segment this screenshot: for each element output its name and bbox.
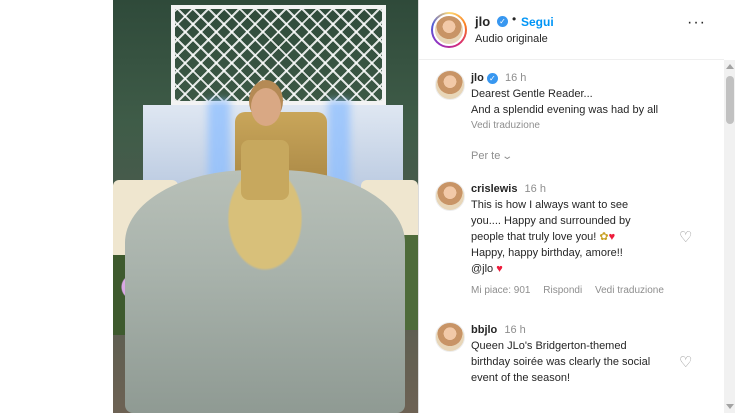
- comment-text: birthday soirée was clearly the social: [471, 356, 651, 368]
- audio-link[interactable]: Audio originale: [475, 33, 548, 45]
- avatar[interactable]: [435, 70, 465, 100]
- like-heart-icon[interactable]: ♡: [679, 228, 692, 246]
- comment-text: And a splendid evening was had by all: [471, 104, 659, 116]
- person-head: [251, 88, 281, 126]
- see-translation-link[interactable]: Vedi traduzione: [471, 118, 686, 134]
- like-heart-icon[interactable]: ♡: [679, 353, 692, 371]
- mention-link[interactable]: @jlo: [471, 263, 496, 275]
- separator-dot: •: [512, 12, 517, 26]
- comment-actions: Mi piace: 901 Rispondi Vedi traduzione: [471, 283, 686, 299]
- post-header: jlo ✓ • Segui Audio originale ···: [419, 0, 724, 60]
- scrollbar-thumb[interactable]: [726, 76, 734, 124]
- comment-text-line: people that truly love you! ✿♥: [471, 229, 686, 245]
- likes-count[interactable]: Mi piace: 901: [471, 285, 530, 296]
- lattice-backdrop: [171, 5, 386, 105]
- comment-text: Happy, happy birthday, amore!!: [471, 247, 623, 259]
- scroll-up-arrow-icon[interactable]: [726, 64, 734, 69]
- comment-text-line: @jlo ♥: [471, 261, 686, 277]
- comment-text: people that truly love you!: [471, 231, 600, 243]
- comment-text: Queen JLo's Bridgerton-themed: [471, 340, 627, 352]
- chevron-down-icon: ⌄: [501, 151, 514, 162]
- scrollbar[interactable]: [724, 60, 735, 413]
- verified-badge-icon: ✓: [497, 16, 508, 27]
- username[interactable]: jlo: [475, 14, 490, 29]
- comment-time[interactable]: 16 h: [504, 324, 525, 336]
- see-translation-link[interactable]: Vedi traduzione: [595, 285, 664, 296]
- bodice: [241, 140, 289, 200]
- scroll-down-arrow-icon[interactable]: [726, 404, 734, 409]
- post-photo[interactable]: [113, 0, 418, 413]
- story-ring[interactable]: [431, 12, 467, 48]
- sort-label: Per te: [471, 150, 501, 162]
- comment-text: Dearest Gentle Reader...: [471, 88, 593, 100]
- comment-author[interactable]: bbjlo: [471, 324, 497, 336]
- comment-author[interactable]: jlo: [471, 72, 484, 84]
- avatar[interactable]: [435, 322, 465, 352]
- follow-button[interactable]: Segui: [521, 15, 554, 29]
- reply-button[interactable]: Rispondi: [543, 285, 582, 296]
- gown: [125, 170, 405, 413]
- more-options-icon[interactable]: ···: [687, 14, 706, 32]
- bouquet-emoji-icon: ✿: [599, 231, 609, 243]
- sort-dropdown[interactable]: Per te⌄: [471, 150, 514, 162]
- comment-text: you.... Happy and surrounded by: [471, 215, 631, 227]
- comments-list[interactable]: jlo ✓ 16 h Dearest Gentle Reader... And …: [419, 60, 724, 413]
- comment-author[interactable]: crislewis: [471, 183, 517, 195]
- post-side-panel: jlo ✓ • Segui Audio originale ··· jlo ✓ …: [418, 0, 735, 413]
- verified-badge-icon: ✓: [486, 73, 498, 84]
- avatar[interactable]: [433, 14, 465, 46]
- comment-text: This is how I always want to see: [471, 199, 629, 211]
- comment-time[interactable]: 16 h: [505, 72, 526, 84]
- comment-time[interactable]: 16 h: [525, 183, 546, 195]
- comment-text: event of the season!: [471, 372, 571, 384]
- red-heart-emoji-icon: ♥: [496, 263, 503, 275]
- red-heart-emoji-icon: ♥: [608, 231, 616, 243]
- avatar[interactable]: [435, 181, 465, 211]
